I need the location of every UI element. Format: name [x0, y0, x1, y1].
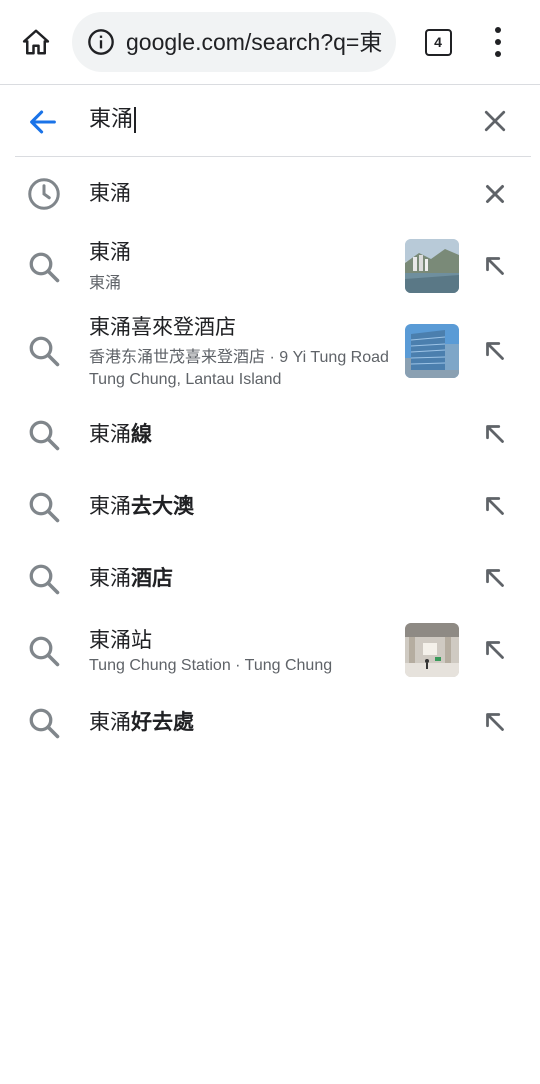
coastal-town-photo — [405, 239, 459, 293]
search-icon — [29, 708, 60, 739]
url-text[interactable]: google.com/search?q=東 — [126, 12, 384, 72]
suggestion-title-completion: 好去處 — [131, 710, 194, 734]
suggestion-subtitle: Tung Chung Station · Tung Chung — [89, 657, 333, 674]
arrow-up-left-icon[interactable] — [480, 419, 510, 449]
hotel-building-photo — [405, 324, 459, 378]
suggestion-title: 東涌去大澳 — [89, 492, 194, 520]
menu-dot — [495, 51, 501, 57]
divider — [15, 156, 531, 157]
suggestion-title: 東涌 — [89, 238, 131, 266]
search-icon — [29, 420, 60, 451]
tab-count: 4 — [424, 28, 452, 56]
suggestion-title-text: 東涌 — [89, 494, 131, 518]
home-button[interactable] — [16, 22, 56, 62]
arrow-up-left-icon[interactable] — [480, 707, 510, 737]
overflow-menu-button[interactable] — [484, 24, 512, 60]
remove-icon[interactable] — [480, 179, 510, 209]
text-caret — [134, 107, 137, 133]
omnibox[interactable]: google.com/search?q=東 — [72, 12, 396, 72]
arrow-up-left-icon[interactable] — [480, 491, 510, 521]
suggestion-title: 東涌站 — [89, 626, 152, 654]
search-icon — [29, 336, 60, 367]
station-interior-photo — [405, 623, 459, 677]
suggestion-title-text: 東涌 — [89, 240, 131, 264]
suggestion-title-completion: 去大澳 — [131, 494, 194, 518]
search-input[interactable]: 東涌 — [89, 100, 137, 140]
search-icon — [29, 564, 60, 595]
tab-switcher-button[interactable]: 4 — [420, 25, 456, 59]
home-icon — [22, 29, 50, 55]
suggestion-title-completion: 線 — [131, 422, 152, 446]
clear-icon[interactable] — [480, 106, 510, 136]
clock-icon — [28, 178, 60, 210]
suggestion-title: 東涌線 — [89, 420, 152, 448]
suggestion-title: 東涌好去處 — [89, 708, 194, 736]
suggestion-title-text: 東涌 — [89, 566, 131, 590]
suggestion-title: 東涌酒店 — [89, 564, 173, 592]
suggestion-title: 東涌喜來登酒店 — [89, 313, 236, 341]
arrow-up-left-icon[interactable] — [480, 251, 510, 281]
search-icon — [29, 492, 60, 523]
suggestion-title-completion: 酒店 — [131, 566, 173, 590]
suggestion-title-text: 東涌 — [89, 422, 131, 446]
arrow-up-left-icon[interactable] — [480, 635, 510, 665]
suggestion-subtitle: 東涌 — [89, 275, 122, 292]
search-row: 東涌 — [0, 86, 540, 156]
suggestion-title-text: 東涌 — [89, 710, 131, 734]
menu-dot — [495, 39, 501, 45]
back-arrow-icon[interactable] — [26, 105, 60, 139]
suggestion-title-text: 東涌喜來登酒店 — [89, 315, 236, 339]
info-icon[interactable] — [87, 28, 115, 56]
search-query: 東涌 — [89, 107, 134, 132]
suggestion-title: 東涌 — [89, 179, 131, 207]
arrow-up-left-icon[interactable] — [480, 336, 510, 366]
menu-dot — [495, 27, 501, 33]
suggestion-title-text: 東涌站 — [89, 628, 152, 652]
suggestion-subtitle: 香港东涌世茂喜来登酒店 · 9 Yi Tung Road Tung Chung,… — [89, 349, 389, 388]
search-icon — [29, 636, 60, 667]
browser-toolbar: google.com/search?q=東 4 — [0, 0, 540, 85]
suggestion-title-text: 東涌 — [89, 181, 131, 205]
arrow-up-left-icon[interactable] — [480, 563, 510, 593]
search-icon — [29, 252, 60, 283]
